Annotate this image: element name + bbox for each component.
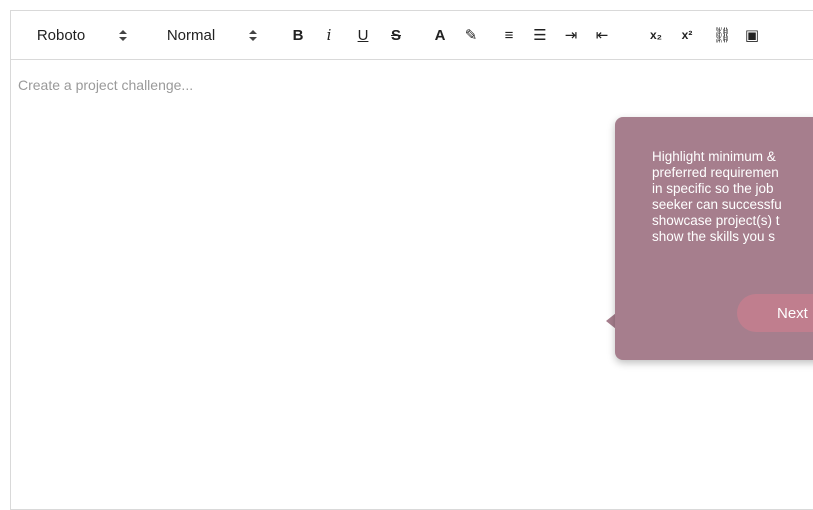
strikethrough-icon: S bbox=[390, 26, 401, 44]
font-family-value: Roboto bbox=[36, 26, 86, 44]
bold-icon: B bbox=[292, 26, 304, 44]
indent-icon: ⇥ bbox=[564, 27, 578, 44]
media-icon: ▣ bbox=[744, 27, 760, 44]
italic-button[interactable]: i bbox=[320, 11, 338, 59]
tooltip-text: Highlight minimum & preferred requiremen… bbox=[652, 149, 782, 244]
editor-toolbar: Roboto Normal B i U S A ✎ ≡ ☰ ⇥ ⇤ x₂ x² … bbox=[11, 11, 813, 60]
media-button[interactable]: ▣ bbox=[741, 11, 763, 59]
text-size-value: Normal bbox=[166, 26, 216, 44]
bullet-list-icon: ☰ bbox=[533, 27, 547, 44]
highlight-button[interactable]: ✎ bbox=[462, 11, 480, 59]
superscript-icon: x² bbox=[681, 28, 693, 42]
italic-icon: i bbox=[326, 26, 332, 44]
link-icon: ⛓ bbox=[712, 27, 732, 44]
outdent-button[interactable]: ⇤ bbox=[593, 11, 611, 59]
underline-button[interactable]: U bbox=[354, 11, 372, 59]
highlight-pen-icon: ✎ bbox=[464, 27, 478, 44]
next-button-label: Next bbox=[777, 304, 808, 322]
text-color-button[interactable]: A bbox=[431, 11, 449, 59]
subscript-button[interactable]: x₂ bbox=[644, 11, 668, 59]
text-color-icon: A bbox=[434, 26, 446, 44]
bold-button[interactable]: B bbox=[289, 11, 307, 59]
outdent-icon: ⇤ bbox=[595, 27, 609, 44]
font-family-chevron-icon[interactable] bbox=[116, 11, 130, 59]
subscript-icon: x₂ bbox=[649, 28, 662, 42]
ordered-list-button[interactable]: ≡ bbox=[500, 11, 518, 59]
ordered-list-icon: ≡ bbox=[504, 26, 514, 44]
text-size-select[interactable]: Normal bbox=[161, 11, 221, 59]
next-button[interactable]: Next bbox=[737, 294, 813, 332]
link-button[interactable]: ⛓ bbox=[711, 11, 733, 59]
font-family-select[interactable]: Roboto bbox=[31, 11, 91, 59]
editor-placeholder[interactable]: Create a project challenge... bbox=[18, 77, 193, 93]
indent-button[interactable]: ⇥ bbox=[562, 11, 580, 59]
onboarding-tooltip: Highlight minimum & preferred requiremen… bbox=[615, 117, 813, 360]
superscript-button[interactable]: x² bbox=[675, 11, 699, 59]
text-size-chevron-icon[interactable] bbox=[246, 11, 260, 59]
strikethrough-button[interactable]: S bbox=[387, 11, 405, 59]
underline-icon: U bbox=[357, 26, 369, 44]
bullet-list-button[interactable]: ☰ bbox=[531, 11, 549, 59]
